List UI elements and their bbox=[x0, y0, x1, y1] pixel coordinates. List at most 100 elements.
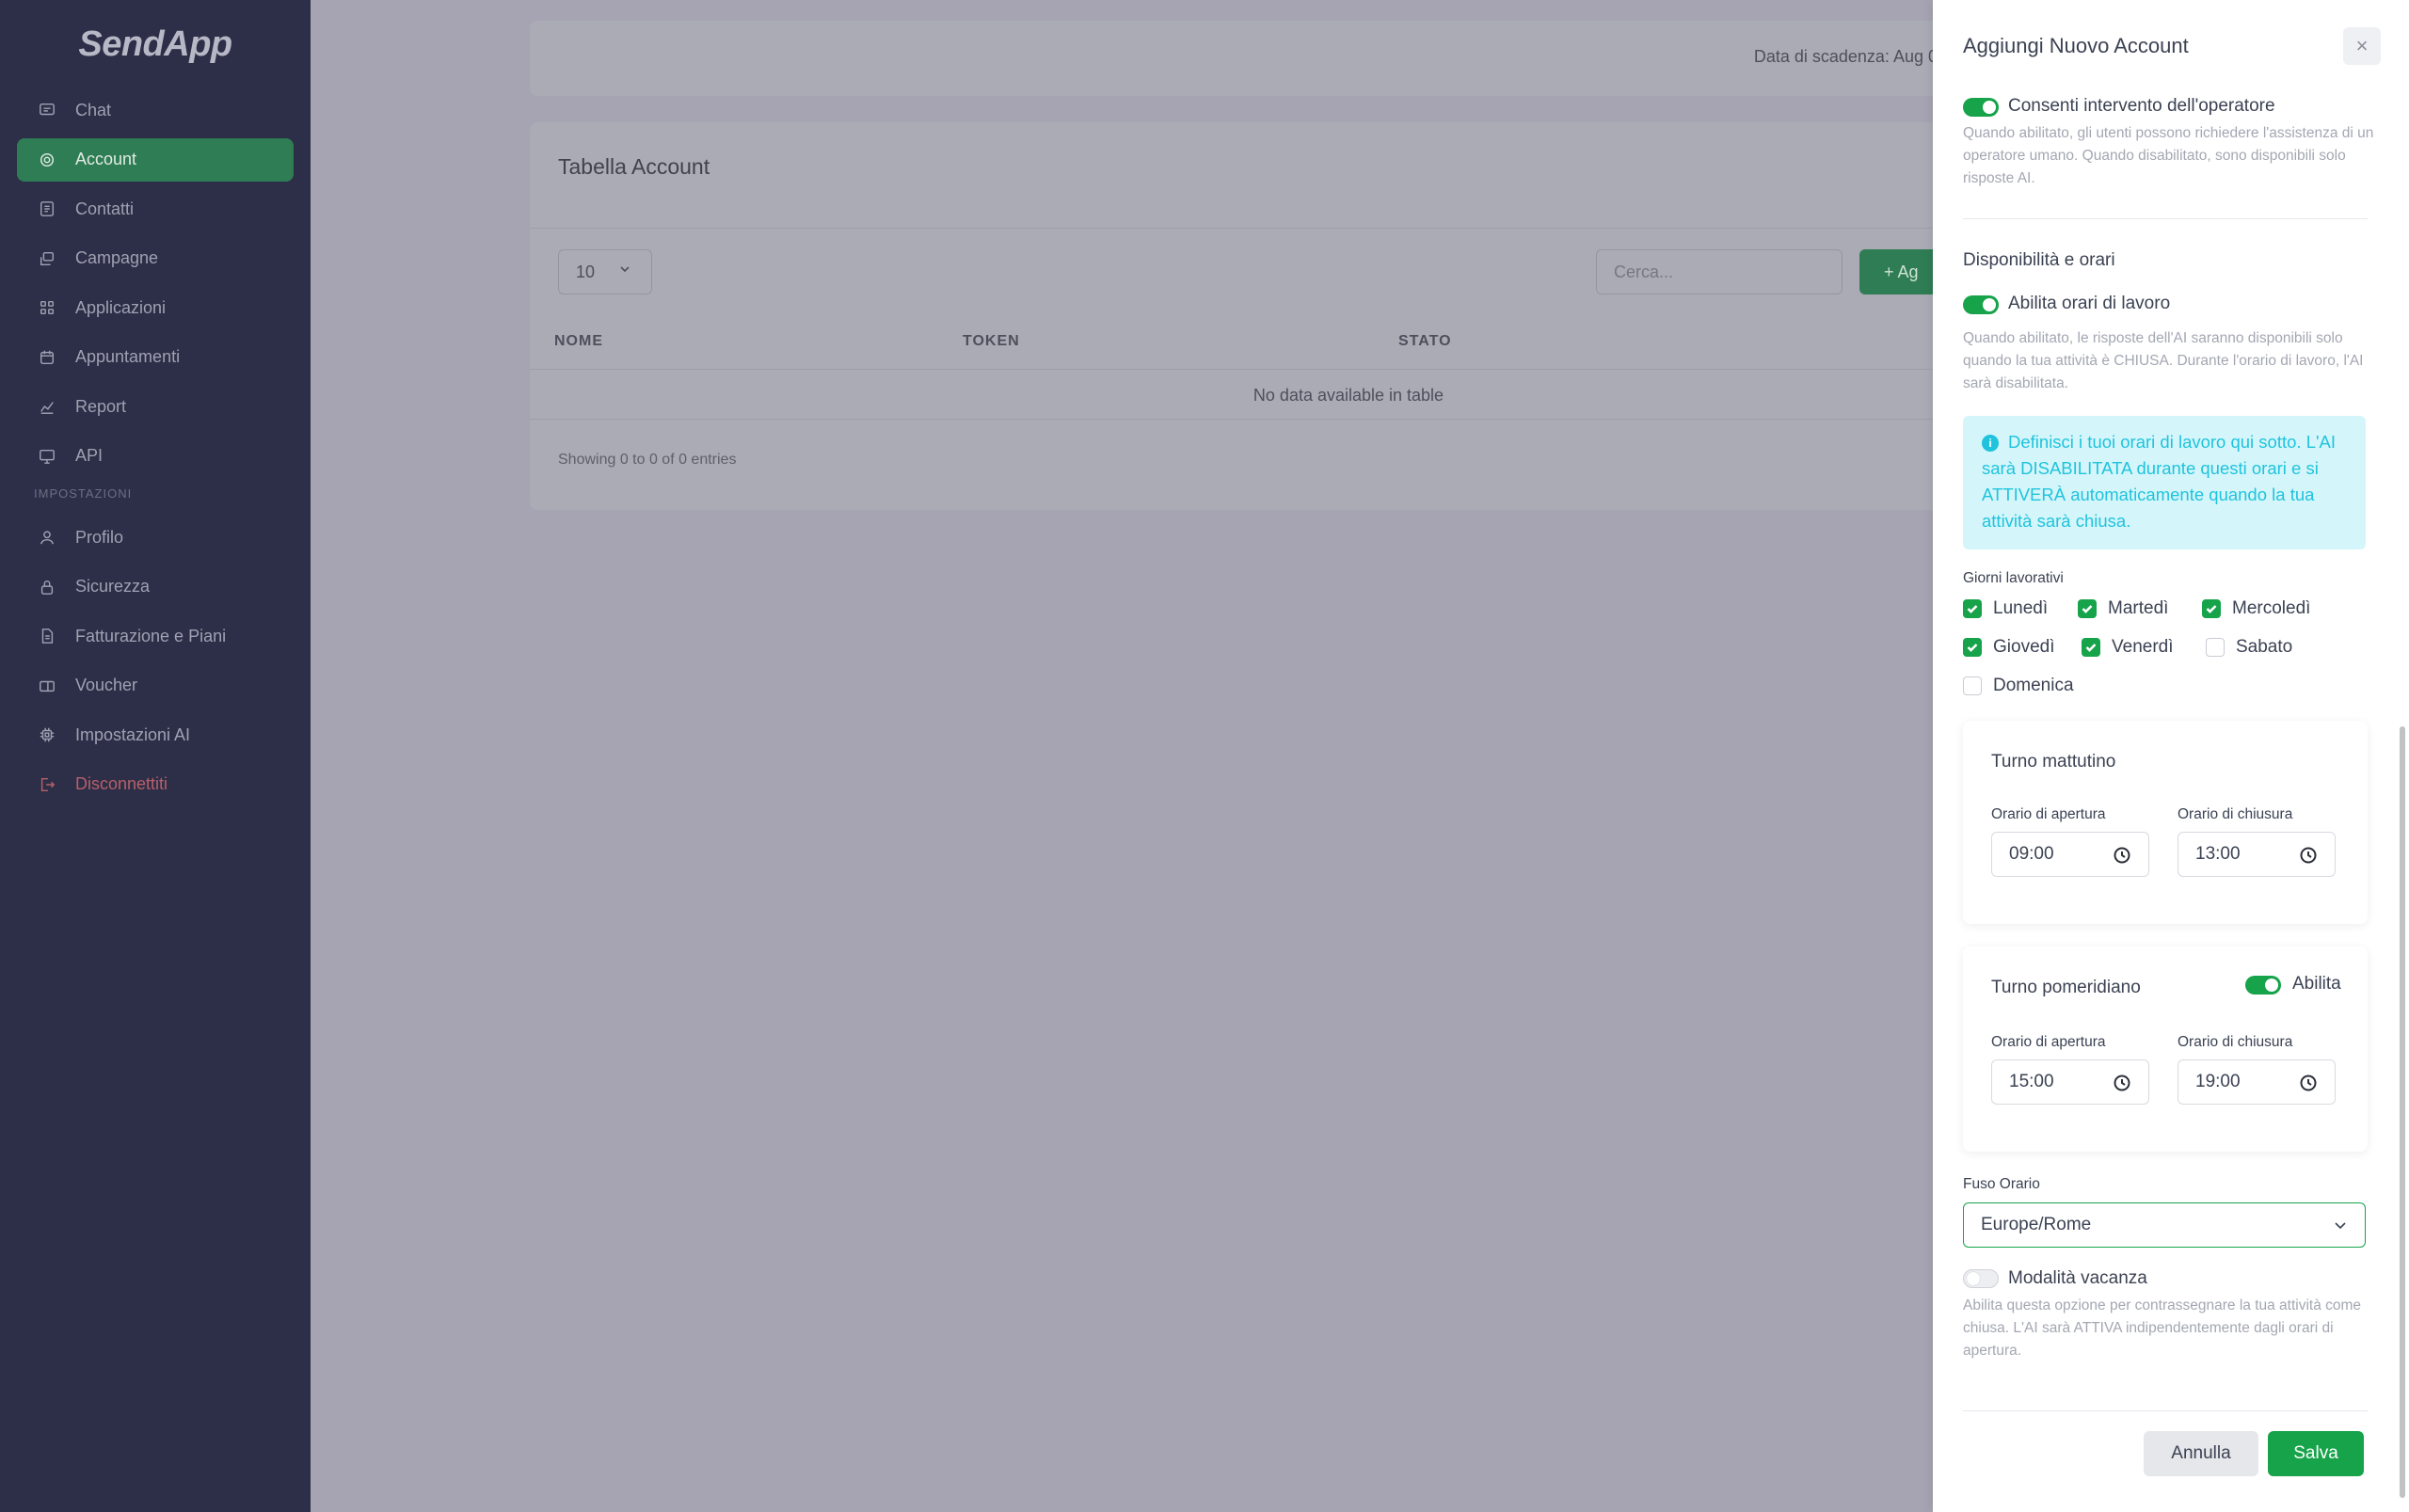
sidebar-item-label: Applicazioni bbox=[75, 297, 167, 317]
sidebar: SendApp Chat Account Contatti Campagne A… bbox=[0, 0, 311, 1512]
sidebar-nav: Chat Account Contatti Campagne Applicazi… bbox=[17, 88, 294, 812]
sidebar-item-profilo[interactable]: Profilo bbox=[17, 516, 294, 559]
logout-icon bbox=[38, 775, 56, 794]
column-header-nome[interactable]: NOME bbox=[554, 333, 603, 350]
drawer-scrollbar[interactable] bbox=[2400, 90, 2407, 1502]
day-label: Martedì bbox=[2108, 598, 2169, 618]
sidebar-item-account[interactable]: Account bbox=[17, 137, 294, 182]
expiry-date: Data di scadenza: Aug 07 bbox=[1753, 47, 1947, 66]
sidebar-item-fatturazione[interactable]: Fatturazione e Piani bbox=[17, 614, 294, 658]
time-value: 09:00 bbox=[2009, 844, 2054, 864]
checkbox-checked-icon bbox=[2082, 638, 2100, 657]
clock-icon[interactable] bbox=[2299, 1074, 2318, 1092]
apps-icon bbox=[38, 298, 56, 317]
divider bbox=[530, 369, 1941, 370]
page-length-value: 10 bbox=[576, 262, 596, 281]
sidebar-item-label: Impostazioni AI bbox=[75, 724, 191, 744]
day-checkbox-domenica[interactable]: Domenica bbox=[1963, 676, 2074, 696]
vacation-toggle[interactable] bbox=[1963, 1269, 1999, 1288]
clock-icon[interactable] bbox=[2113, 1074, 2131, 1092]
invoice-icon bbox=[38, 627, 56, 645]
work-hours-help: Quando abilitato, le risposte dell'AI sa… bbox=[1963, 330, 2364, 391]
day-checkbox-mercoledi[interactable]: Mercoledì bbox=[2202, 598, 2310, 619]
info-alert: i Definisci i tuoi orari di lavoro qui so… bbox=[1963, 416, 2366, 549]
divider bbox=[530, 419, 1941, 420]
timezone-value: Europe/Rome bbox=[1981, 1215, 2092, 1234]
cpu-icon bbox=[38, 725, 56, 744]
search-input[interactable]: Cerca... bbox=[1596, 249, 1843, 294]
day-checkbox-martedi[interactable]: Martedì bbox=[2078, 598, 2168, 619]
divider bbox=[1963, 1410, 2368, 1411]
sidebar-item-appuntamenti[interactable]: Appuntamenti bbox=[17, 336, 294, 379]
sidebar-item-report[interactable]: Report bbox=[17, 385, 294, 428]
afternoon-shift-card: Turno pomeridiano Abilita Orario di aper… bbox=[1963, 947, 2368, 1152]
app-logo[interactable]: SendApp bbox=[0, 24, 311, 65]
sidebar-item-impostazioni-ai[interactable]: Impostazioni AI bbox=[17, 713, 294, 756]
sidebar-item-campagne[interactable]: Campagne bbox=[17, 237, 294, 280]
afternoon-shift-title: Turno pomeridiano bbox=[1991, 978, 2141, 997]
lock-icon bbox=[38, 578, 56, 597]
chart-icon bbox=[38, 397, 56, 416]
clock-icon[interactable] bbox=[2113, 846, 2131, 865]
afternoon-enable-toggle[interactable] bbox=[2245, 976, 2281, 995]
sidebar-item-label: Report bbox=[75, 396, 127, 416]
checkbox-unchecked-icon bbox=[1963, 676, 1982, 695]
work-hours-toggle[interactable] bbox=[1963, 295, 1999, 314]
sidebar-item-api[interactable]: API bbox=[17, 435, 294, 478]
day-label: Sabato bbox=[2236, 637, 2293, 657]
afternoon-close-time-input[interactable]: 19:00 bbox=[2178, 1059, 2336, 1105]
accounts-table-card: Tabella Account 10 Cerca... + Ag NOME TO… bbox=[530, 122, 1941, 510]
voucher-icon bbox=[38, 676, 56, 695]
sidebar-item-sicurezza[interactable]: Sicurezza bbox=[17, 565, 294, 609]
sidebar-item-chat[interactable]: Chat bbox=[17, 88, 294, 132]
page-length-select[interactable]: 10 bbox=[558, 249, 652, 294]
drawer-title: Aggiungi Nuovo Account bbox=[1963, 34, 2189, 57]
checkbox-unchecked-icon bbox=[2206, 638, 2225, 657]
save-button[interactable]: Salva bbox=[2268, 1431, 2364, 1476]
sidebar-item-label: Chat bbox=[75, 100, 112, 119]
user-icon bbox=[38, 528, 56, 547]
sidebar-item-voucher[interactable]: Voucher bbox=[17, 664, 294, 708]
cancel-button[interactable]: Annulla bbox=[2144, 1431, 2258, 1476]
checkbox-checked-icon bbox=[2078, 599, 2097, 618]
sidebar-item-label: Voucher bbox=[75, 676, 138, 694]
afternoon-open-time-input[interactable]: 15:00 bbox=[1991, 1059, 2149, 1105]
gear-icon bbox=[38, 151, 56, 169]
morning-close-time-input[interactable]: 13:00 bbox=[2178, 832, 2336, 877]
sidebar-item-label: Campagne bbox=[75, 248, 159, 267]
time-value: 15:00 bbox=[2009, 1072, 2054, 1091]
alert-text: Definisci i tuoi orari di lavoro qui sot… bbox=[1982, 432, 2336, 531]
sidebar-section-label: IMPOSTAZIONI bbox=[34, 486, 133, 501]
operator-toggle[interactable] bbox=[1963, 98, 1999, 117]
sidebar-item-label: API bbox=[75, 446, 104, 465]
time-value: 19:00 bbox=[2195, 1072, 2241, 1091]
add-account-button[interactable]: + Ag bbox=[1859, 249, 1941, 294]
open-time-label: Orario di apertura bbox=[1991, 806, 2106, 822]
sidebar-item-label: Sicurezza bbox=[75, 577, 151, 596]
day-label: Giovedì bbox=[1993, 637, 2055, 657]
sidebar-item-contatti[interactable]: Contatti bbox=[17, 187, 294, 231]
day-checkbox-giovedi[interactable]: Giovedì bbox=[1963, 637, 2054, 658]
close-button[interactable]: × bbox=[2343, 27, 2381, 65]
availability-title: Disponibilità e orari bbox=[1963, 250, 2115, 270]
day-checkbox-lunedi[interactable]: Lunedì bbox=[1963, 598, 2048, 619]
operator-help: Quando abilitato, gli utenti possono ric… bbox=[1963, 125, 2374, 186]
morning-shift-title: Turno mattutino bbox=[1991, 752, 2116, 772]
divider bbox=[530, 228, 1941, 229]
sidebar-item-logout[interactable]: Disconnettiti bbox=[17, 763, 294, 806]
sidebar-item-label: Appuntamenti bbox=[75, 347, 181, 366]
sidebar-item-applicazioni[interactable]: Applicazioni bbox=[17, 286, 294, 329]
close-time-label: Orario di chiusura bbox=[2178, 806, 2293, 822]
day-checkbox-sabato[interactable]: Sabato bbox=[2206, 637, 2292, 658]
morning-shift-card: Turno mattutino Orario di apertura Orari… bbox=[1963, 721, 2368, 924]
column-header-token[interactable]: TOKEN bbox=[963, 333, 1020, 350]
morning-open-time-input[interactable]: 09:00 bbox=[1991, 832, 2149, 877]
expiry-card: Data di scadenza: Aug 07 bbox=[530, 21, 1947, 96]
day-checkbox-venerdi[interactable]: Venerdì bbox=[2082, 637, 2174, 658]
scrollbar-thumb[interactable] bbox=[2400, 726, 2405, 1498]
clock-icon[interactable] bbox=[2299, 846, 2318, 865]
timezone-select[interactable]: Europe/Rome bbox=[1963, 1202, 2366, 1248]
column-header-stato[interactable]: STATO bbox=[1398, 333, 1452, 350]
days-label: Giorni lavorativi bbox=[1963, 570, 2064, 586]
calendar-icon bbox=[38, 348, 56, 367]
